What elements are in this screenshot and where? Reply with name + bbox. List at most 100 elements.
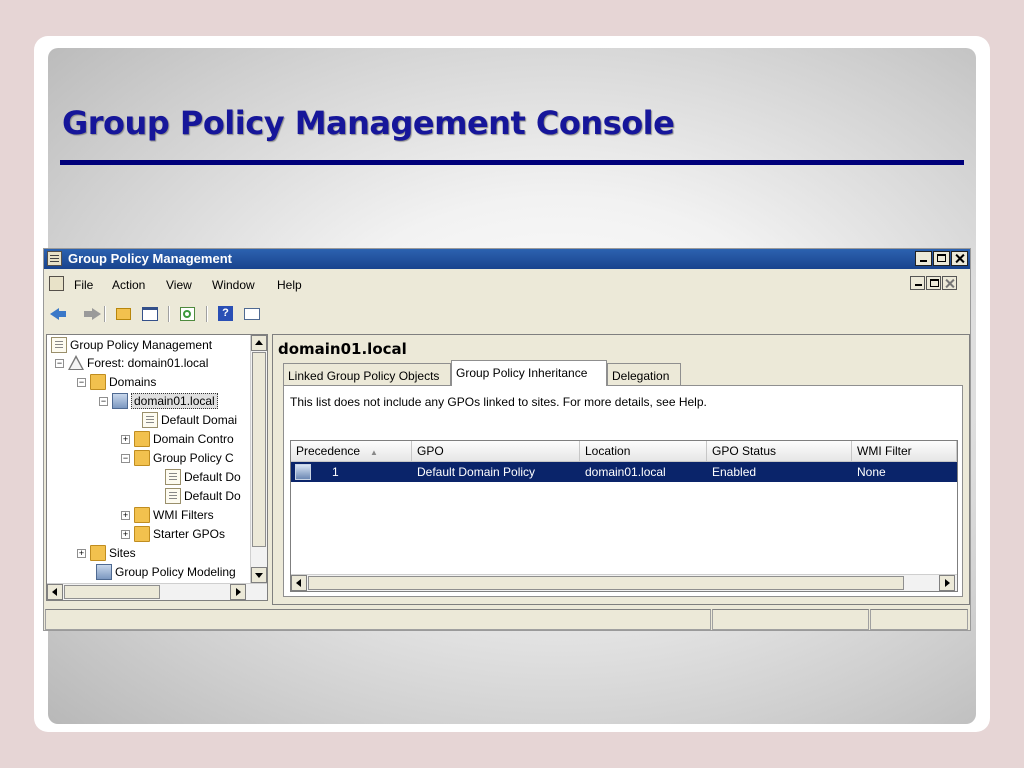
scroll-right-icon[interactable]	[230, 584, 246, 600]
domains-folder-icon	[90, 374, 106, 390]
up-folder-icon[interactable]	[114, 304, 134, 324]
console-icon	[51, 337, 67, 353]
scroll-down-icon[interactable]	[251, 567, 267, 583]
tree-label: domain01.local	[131, 393, 218, 409]
menu-window[interactable]: Window	[212, 278, 255, 292]
tree-label: Domain Contro	[153, 432, 234, 446]
tree-item-gpo[interactable]: Default Do	[165, 487, 241, 505]
gpmc-app-icon	[47, 251, 62, 266]
tree-item-default-domain-policy-link[interactable]: Default Domai	[142, 411, 237, 429]
column-wmi-filter[interactable]: WMI Filter	[852, 441, 957, 461]
tab-gp-inheritance[interactable]: Group Policy Inheritance	[451, 360, 607, 386]
tree-item-root[interactable]: Group Policy Management	[51, 336, 212, 354]
child-minimize-icon[interactable]	[910, 276, 925, 290]
title-bar[interactable]: Group Policy Management	[44, 249, 970, 269]
list-header: Precedence ▲ GPO Location GPO Status WMI …	[291, 441, 957, 462]
collapse-icon[interactable]: −	[121, 453, 130, 463]
cell-location: domain01.local	[585, 465, 666, 479]
content-title: domain01.local	[278, 340, 407, 358]
tree-item-gpo-container[interactable]: − Group Policy C	[121, 449, 234, 467]
tree-item-sites[interactable]: + Sites	[77, 544, 136, 562]
expand-icon[interactable]: +	[121, 434, 130, 444]
scroll-left-icon[interactable]	[291, 575, 307, 591]
toolbar-separator	[168, 306, 170, 322]
starter-folder-icon	[134, 526, 150, 542]
collapse-icon[interactable]: −	[55, 358, 64, 368]
table-row[interactable]: 1 Default Domain Policy domain01.local E…	[291, 462, 957, 482]
console-menu-icon[interactable]	[49, 276, 64, 291]
tree-scroll-thumb[interactable]	[252, 352, 266, 547]
column-precedence[interactable]: Precedence ▲	[291, 441, 412, 461]
tree-vertical-scrollbar[interactable]	[250, 335, 267, 584]
tree-label: Default Do	[184, 470, 241, 484]
minimize-icon[interactable]	[915, 251, 932, 266]
gpo-link-icon	[142, 412, 158, 428]
child-close-icon[interactable]	[942, 276, 957, 290]
gpo-list[interactable]: Precedence ▲ GPO Location GPO Status WMI …	[290, 440, 958, 592]
tree-horizontal-scrollbar[interactable]	[47, 583, 267, 600]
tree-label: Group Policy Modeling	[115, 565, 236, 579]
list-hscroll-thumb[interactable]	[308, 576, 904, 590]
ou-folder-icon	[134, 431, 150, 447]
menu-help[interactable]: Help	[277, 278, 302, 292]
tree-label: Sites	[109, 546, 136, 560]
scroll-up-icon[interactable]	[251, 335, 267, 351]
scroll-left-icon[interactable]	[47, 584, 63, 600]
back-arrow-icon[interactable]	[50, 304, 70, 324]
tree-label: Domains	[109, 375, 157, 389]
collapse-icon[interactable]: −	[77, 377, 86, 387]
list-horizontal-scrollbar[interactable]	[291, 574, 957, 591]
tab-panel: This list does not include any GPOs link…	[283, 385, 963, 597]
help-icon[interactable]: ?	[216, 304, 236, 324]
menu-file[interactable]: File	[74, 278, 93, 292]
tree-hscroll-thumb[interactable]	[64, 585, 160, 599]
refresh-icon[interactable]	[178, 304, 198, 324]
console-tree[interactable]: Group Policy Management − Forest: domain…	[46, 334, 268, 601]
forest-icon	[68, 355, 84, 371]
status-segment	[712, 609, 869, 630]
tree-label: Default Do	[184, 489, 241, 503]
close-icon[interactable]	[951, 251, 968, 266]
title-underline	[60, 160, 964, 165]
sort-ascending-icon: ▲	[370, 448, 378, 457]
maximize-icon[interactable]	[933, 251, 950, 266]
action-pane-icon[interactable]	[242, 304, 262, 324]
gpo-icon	[165, 488, 181, 504]
column-gpo[interactable]: GPO	[412, 441, 580, 461]
tab-delegation[interactable]: Delegation	[607, 363, 681, 385]
tree-item-domain[interactable]: − domain01.local	[99, 392, 218, 410]
cell-status: Enabled	[712, 465, 757, 479]
cell-gpo: Default Domain Policy	[417, 465, 536, 479]
details-pane: domain01.local Linked Group Policy Objec…	[272, 334, 970, 605]
forward-arrow-icon[interactable]	[76, 304, 101, 324]
tree-item-modeling[interactable]: Group Policy Modeling	[96, 563, 236, 581]
tree-label: WMI Filters	[153, 508, 214, 522]
column-location[interactable]: Location	[580, 441, 707, 461]
window-title: Group Policy Management	[68, 251, 232, 266]
tree-item-forest[interactable]: − Forest: domain01.local	[55, 354, 208, 372]
show-hide-tree-icon[interactable]	[140, 304, 160, 324]
tree-item-wmi-filters[interactable]: + WMI Filters	[121, 506, 214, 524]
expand-icon[interactable]: +	[121, 510, 130, 520]
menu-bar: File Action View Window Help	[44, 273, 970, 295]
cell-wmi: None	[857, 465, 886, 479]
tree-item-domain-controllers[interactable]: + Domain Contro	[121, 430, 234, 448]
domain-icon	[112, 393, 128, 409]
status-segment	[870, 609, 968, 630]
tree-item-gpo[interactable]: Default Do	[165, 468, 241, 486]
column-gpo-status[interactable]: GPO Status	[707, 441, 852, 461]
toolbar-separator	[104, 306, 106, 322]
tab-linked-gpos[interactable]: Linked Group Policy Objects	[283, 363, 451, 385]
menu-view[interactable]: View	[166, 278, 192, 292]
expand-icon[interactable]: +	[77, 548, 86, 558]
scroll-right-icon[interactable]	[939, 575, 955, 591]
info-text: This list does not include any GPOs link…	[290, 395, 707, 409]
child-restore-icon[interactable]	[926, 276, 941, 290]
slide-title: Group Policy Management Console	[62, 104, 675, 142]
tree-item-starter-gpos[interactable]: + Starter GPOs	[121, 525, 225, 543]
tree-item-domains[interactable]: − Domains	[77, 373, 156, 391]
expand-icon[interactable]: +	[121, 529, 130, 539]
menu-action[interactable]: Action	[112, 278, 145, 292]
tree-label: Group Policy C	[153, 451, 234, 465]
collapse-icon[interactable]: −	[99, 396, 108, 406]
